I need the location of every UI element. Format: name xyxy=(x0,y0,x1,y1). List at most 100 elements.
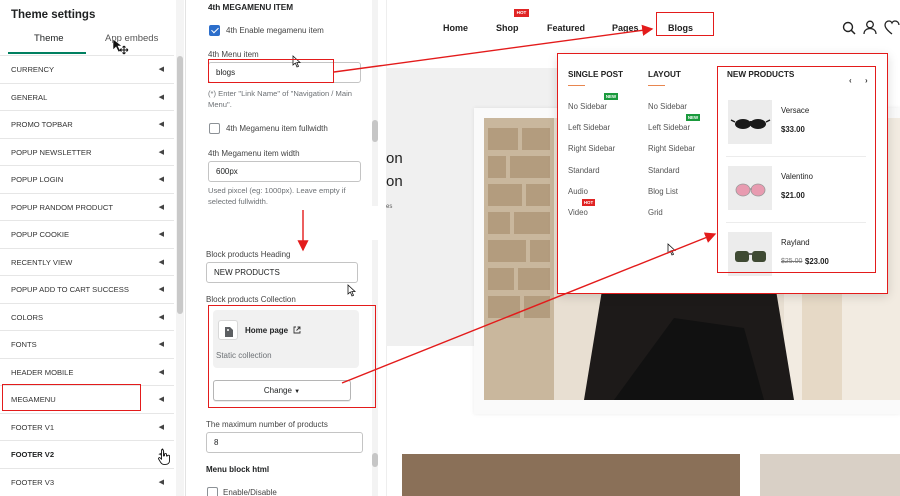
new-products-title: NEW PRODUCTS xyxy=(727,70,795,79)
megamenu-link[interactable]: Audio xyxy=(568,187,588,196)
user-icon[interactable] xyxy=(863,20,877,35)
max-products-input[interactable]: 8 xyxy=(206,432,363,453)
change-button-label: Change xyxy=(263,386,292,395)
megamenu-width-help: Used pixcel (eg: 1000px). Leave empty if… xyxy=(208,186,346,206)
active-tab-indicator xyxy=(8,52,86,54)
chevron-left-icon: ◀ xyxy=(158,176,164,183)
sidebar-scrollbar-thumb[interactable] xyxy=(177,56,183,314)
product-name[interactable]: Valentino xyxy=(781,172,813,181)
sidebar-item-popup-add-to-cart-success[interactable]: POPUP ADD TO CART SUCCESS ◀ xyxy=(0,275,174,303)
chevron-left-icon: ◀ xyxy=(158,341,164,348)
screenshot-root: Theme settings Theme App embeds CURRENCY… xyxy=(0,0,900,496)
block-collection-label: Block products Collection xyxy=(206,295,296,304)
megamenu-link[interactable]: Video xyxy=(568,208,588,217)
sidebar-item-label: POPUP ADD TO CART SUCCESS xyxy=(11,285,129,294)
nav-shop[interactable]: Shop xyxy=(496,23,519,33)
sidebar-item-label: MEGAMENU xyxy=(11,395,56,404)
enable-megamenu-label: 4th Enable megamenu item xyxy=(226,26,324,35)
change-collection-button[interactable]: Change ▼ xyxy=(213,380,351,401)
product-thumb[interactable] xyxy=(728,100,772,144)
nav-featured[interactable]: Featured xyxy=(547,23,585,33)
sidebar-item-colors[interactable]: COLORS ◀ xyxy=(0,302,174,331)
nav-blogs[interactable]: Blogs xyxy=(668,23,693,33)
megamenu-link[interactable]: Standard xyxy=(648,166,680,175)
fullwidth-checkbox[interactable] xyxy=(209,123,220,134)
block-heading-label: Block products Heading xyxy=(206,250,291,259)
sidebar-item-general[interactable]: GENERAL ◀ xyxy=(0,82,174,111)
collection-type: Static collection xyxy=(216,351,272,360)
sidebar-item-label: POPUP COOKIE xyxy=(11,230,70,239)
sidebar-item-popup-login[interactable]: POPUP LOGIN ◀ xyxy=(0,165,174,193)
nav-home[interactable]: Home xyxy=(443,23,468,33)
collection-name[interactable]: Home page xyxy=(245,326,288,335)
block-heading-input[interactable]: NEW PRODUCTS xyxy=(206,262,358,283)
chevron-left-icon: ◀ xyxy=(158,258,164,266)
megamenu-link[interactable]: Grid xyxy=(648,208,663,217)
lower-panel-scrollbar-thumb[interactable] xyxy=(372,453,378,467)
products-prev-button[interactable]: ‹ xyxy=(849,76,852,85)
megamenu-link[interactable]: Standard xyxy=(568,166,600,175)
sidebar-item-footer-v3[interactable]: FOOTER V3 ◀ xyxy=(0,467,174,496)
products-next-button[interactable]: › xyxy=(865,76,868,85)
heart-icon[interactable] xyxy=(884,20,900,35)
megamenu-link[interactable]: Blog List xyxy=(648,187,678,196)
sidebar-item-label: POPUP NEWSLETTER xyxy=(11,147,92,157)
product-price: $33.00 xyxy=(781,125,805,134)
megamenu-link[interactable]: Right Sidebar xyxy=(648,144,695,153)
menu-block-html-label: Menu block html xyxy=(206,465,270,474)
enable-megamenu-checkbox[interactable] xyxy=(209,25,220,36)
tag-icon xyxy=(225,327,233,337)
product-name[interactable]: Rayland xyxy=(781,238,810,247)
megamenu-link[interactable]: Left Sidebar xyxy=(568,123,610,132)
chevron-left-icon: ◀ xyxy=(158,231,164,238)
sidebar-item-label: FOOTER V3 xyxy=(11,477,55,487)
sidebar-item-currency[interactable]: CURRENCY ◀ xyxy=(0,55,174,83)
hand-cursor-icon xyxy=(158,448,170,465)
nav-pages[interactable]: Pages xyxy=(612,23,639,33)
sidebar-item-popup-cookie[interactable]: POPUP COOKIE ◀ xyxy=(0,220,174,248)
product-thumb[interactable] xyxy=(728,232,772,276)
settings-section-list: CURRENCY ◀ GENERAL ◀ PROMO TOPBAR ◀ POPUP N… xyxy=(0,55,174,495)
caret-down-icon: ▼ xyxy=(294,389,301,395)
sunglasses-black-image xyxy=(730,119,771,129)
tab-theme[interactable]: Theme xyxy=(34,33,64,44)
chevron-left-icon: ◀ xyxy=(158,478,164,486)
megamenu-link[interactable]: Right Sidebar xyxy=(568,144,615,153)
sidebar-item-header-mobile[interactable]: HEADER MOBILE ◀ xyxy=(0,357,174,386)
product-name[interactable]: Versace xyxy=(781,106,809,115)
move-cursor-icon xyxy=(112,38,129,55)
single-post-title: SINGLE POST xyxy=(568,70,624,79)
sidebar-item-popup-random-product[interactable]: POPUP RANDOM PRODUCT ◀ xyxy=(0,192,174,221)
product-thumb[interactable] xyxy=(728,166,772,210)
sidebar-item-label: HEADER MOBILE xyxy=(11,367,74,377)
menu-item-help: (*) Enter "Link Name" of "Navigation / M… xyxy=(208,89,352,109)
sidebar-item-fonts[interactable]: FONTS ◀ xyxy=(0,330,174,358)
search-icon[interactable] xyxy=(842,21,856,35)
sidebar-item-label: GENERAL xyxy=(11,92,48,102)
sidebar-item-label: RECENTLY VIEW xyxy=(11,257,73,267)
sidebar-item-popup-newsletter[interactable]: POPUP NEWSLETTER ◀ xyxy=(0,137,174,166)
sidebar-item-recently-view[interactable]: RECENTLY VIEW ◀ xyxy=(0,247,174,276)
chevron-left-icon: ◀ xyxy=(158,121,164,128)
section-heading: 4th MEGAMENU ITEM xyxy=(208,3,294,12)
megamenu-link[interactable]: Left Sidebar xyxy=(648,123,690,132)
upper-panel-scrollbar-track[interactable] xyxy=(372,0,378,206)
megamenu-link[interactable]: No Sidebar xyxy=(568,102,607,111)
enable-disable-checkbox[interactable] xyxy=(207,487,218,496)
megamenu-link[interactable]: No Sidebar xyxy=(648,102,687,111)
sidebar-item-promo-topbar[interactable]: PROMO TOPBAR ◀ xyxy=(0,110,174,138)
megamenu-width-label: 4th Megamenu item width xyxy=(208,149,300,158)
chevron-left-icon: ◀ xyxy=(158,396,164,403)
sidebar-item-megamenu[interactable]: MEGAMENU ◀ xyxy=(0,385,174,413)
chevron-left-icon: ◀ xyxy=(158,148,164,156)
hero-title-line1: on xyxy=(386,150,403,167)
sidebar-item-footer-v1[interactable]: FOOTER V1 ◀ xyxy=(0,412,174,441)
menu-item-label: 4th Menu item xyxy=(208,50,259,59)
external-link-icon[interactable] xyxy=(293,326,301,334)
megamenu-width-input[interactable]: 600px xyxy=(208,161,361,182)
chevron-left-icon: ◀ xyxy=(158,66,164,73)
sidebar-item-footer-v2[interactable]: FOOTER V2◀ xyxy=(0,440,174,468)
menu-item-input[interactable]: blogs xyxy=(208,62,361,83)
lower-panel-scrollbar-track[interactable] xyxy=(372,240,378,496)
upper-panel-scrollbar-thumb[interactable] xyxy=(372,120,378,142)
